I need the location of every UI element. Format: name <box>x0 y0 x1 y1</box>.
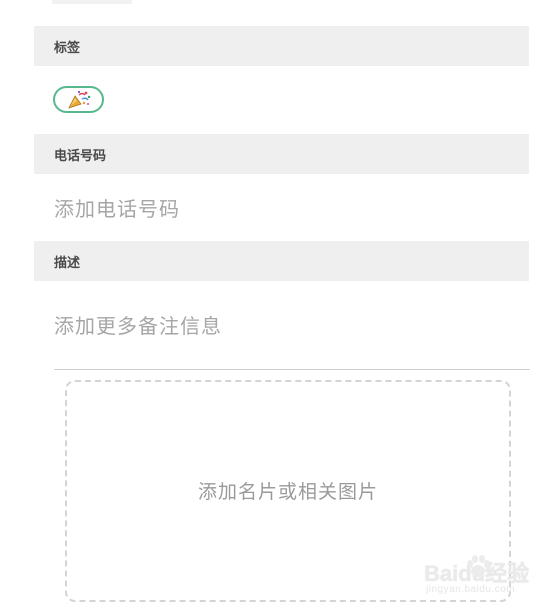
tag-chip-party[interactable] <box>53 86 104 113</box>
phone-input[interactable] <box>54 193 524 225</box>
watermark-url: jingyan.baidu.com <box>426 584 516 595</box>
description-section-title: 描述 <box>54 255 81 271</box>
paw-icon <box>467 555 490 577</box>
phone-section-header: 电话号码 <box>34 134 529 174</box>
baidu-watermark: Baidu经验 jingyan.baidu.com <box>424 552 534 602</box>
party-popper-icon <box>67 90 90 109</box>
description-input[interactable] <box>54 309 524 343</box>
description-divider <box>54 369 530 370</box>
top-cutoff-field <box>52 0 132 4</box>
tags-section-header: 标签 <box>34 26 529 66</box>
description-section-header: 描述 <box>34 241 529 281</box>
add-image-label: 添加名片或相关图片 <box>197 480 378 503</box>
tags-section-title: 标签 <box>54 40 81 56</box>
phone-section-title: 电话号码 <box>54 148 107 164</box>
